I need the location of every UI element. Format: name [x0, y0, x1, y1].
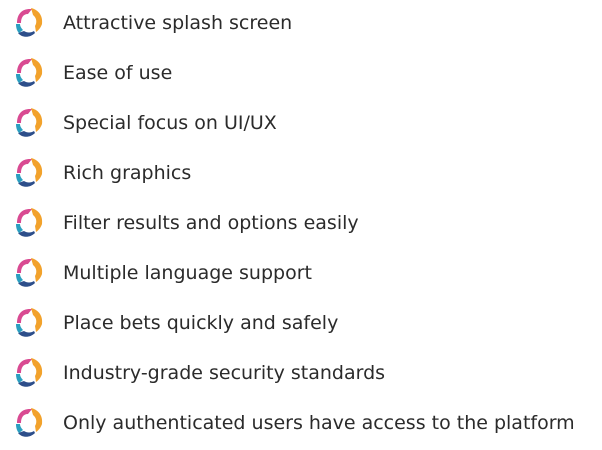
swirl-bullet-icon	[8, 404, 48, 444]
swirl-bullet-icon	[8, 104, 48, 144]
feature-label: Filter results and options easily	[63, 212, 359, 234]
feature-label: Industry-grade security standards	[63, 362, 386, 384]
swirl-bullet-icon	[8, 304, 48, 344]
feature-item: Attractive splash screen	[0, 4, 602, 50]
feature-item: Place bets quickly and safely	[0, 304, 602, 350]
feature-label: Special focus on UI/UX	[63, 112, 277, 134]
feature-item: Ease of use	[0, 54, 602, 100]
swirl-bullet-icon	[8, 54, 48, 94]
feature-label: Multiple language support	[63, 262, 312, 284]
feature-label: Only authenticated users have access to …	[63, 412, 575, 434]
swirl-bullet-icon	[8, 254, 48, 294]
swirl-bullet-icon	[8, 354, 48, 394]
feature-item: Only authenticated users have access to …	[0, 404, 602, 450]
feature-item: Industry-grade security standards	[0, 354, 602, 400]
swirl-bullet-icon	[8, 204, 48, 244]
feature-label: Ease of use	[63, 62, 173, 84]
feature-item: Special focus on UI/UX	[0, 104, 602, 150]
swirl-bullet-icon	[8, 4, 48, 44]
feature-item: Rich graphics	[0, 154, 602, 200]
feature-label: Place bets quickly and safely	[63, 312, 339, 334]
feature-label: Attractive splash screen	[63, 12, 293, 34]
feature-item: Multiple language support	[0, 254, 602, 300]
feature-label: Rich graphics	[63, 162, 192, 184]
swirl-bullet-icon	[8, 154, 48, 194]
feature-item: Filter results and options easily	[0, 204, 602, 250]
